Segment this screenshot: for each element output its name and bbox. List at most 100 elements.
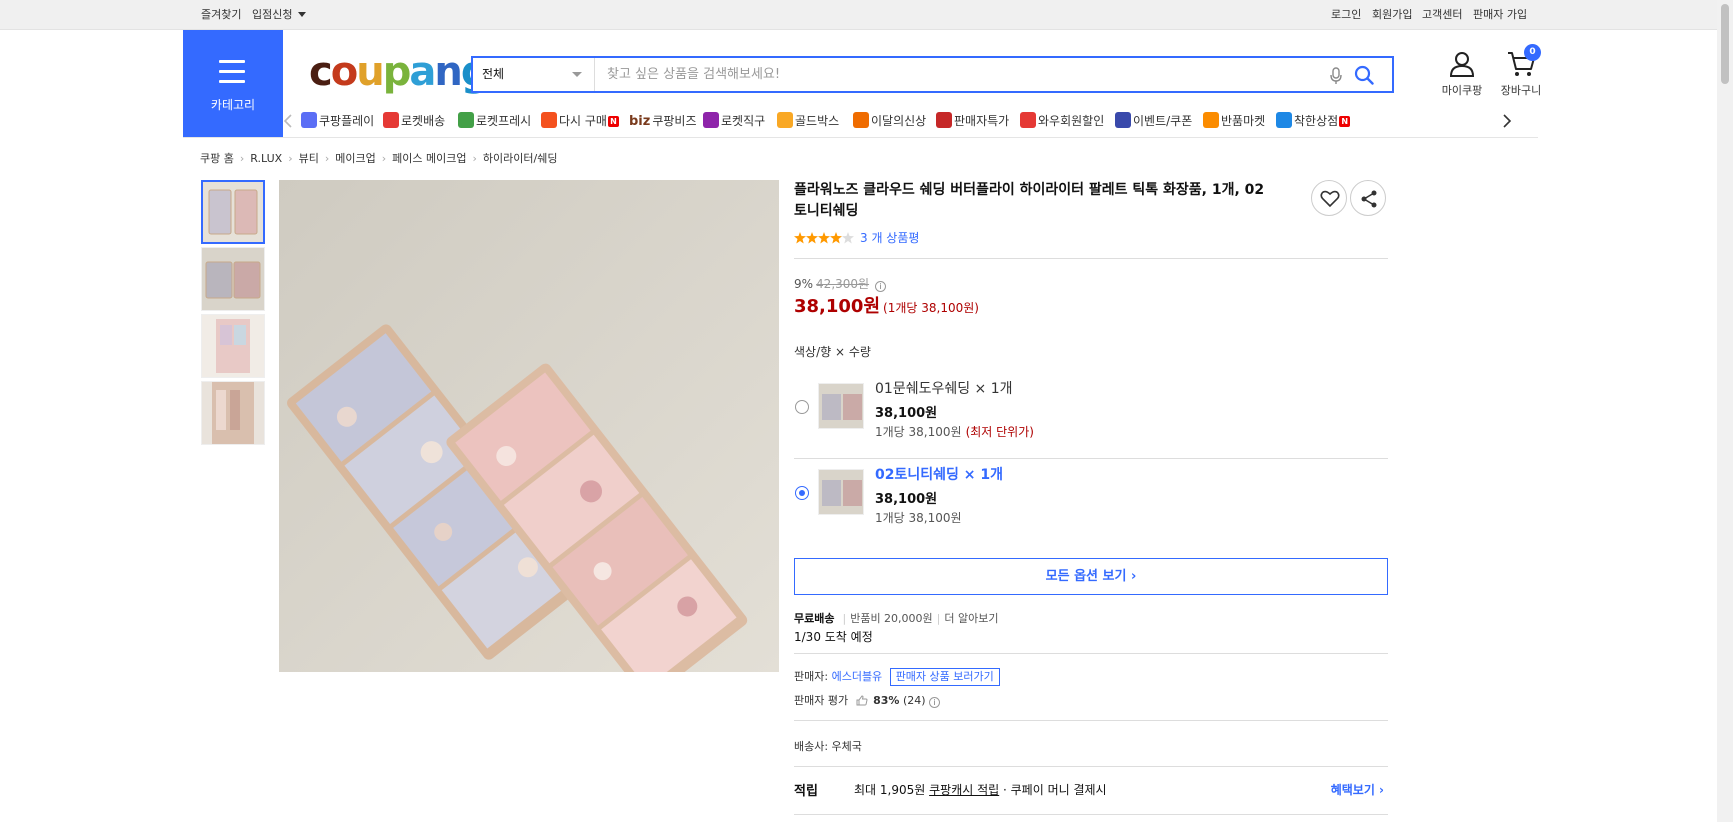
wishlist-button[interactable] [1311, 180, 1347, 216]
chevron-left-icon[interactable] [283, 113, 293, 129]
seller-label: 판매자: [794, 670, 829, 683]
thumbnail-3[interactable] [201, 314, 265, 378]
coupon-icon [1115, 112, 1131, 128]
reward-label: 적립 [794, 784, 818, 799]
breadcrumb-separator-icon: › [239, 152, 245, 165]
breadcrumb-separator-icon: › [324, 152, 330, 165]
nav-item-3[interactable]: 로켓프레시 [458, 111, 531, 131]
search-input[interactable] [597, 60, 1297, 89]
nav-item-11[interactable]: 이벤트/쿠폰 [1115, 111, 1192, 131]
option-radio-2[interactable] [795, 486, 809, 500]
chevron-down-icon [297, 12, 306, 17]
info-icon[interactable]: i [929, 697, 941, 708]
breadcrumb-separator-icon: › [472, 152, 477, 165]
shipping-row: 무료배송 | 반품비 20,000원 | 더 알아보기 [794, 612, 999, 625]
breadcrumb-separator-icon: › [381, 152, 387, 165]
microphone-icon[interactable] [1330, 67, 1342, 85]
breadcrumb-item[interactable]: 하이라이터/쉐딩 [483, 152, 558, 165]
option-row-1[interactable]: 01문쉐도우쉐딩 × 1개 38,100원 1개당 38,100원 (최저 단위가… [794, 366, 1388, 450]
header-divider [183, 137, 1538, 138]
nav-item-label: 와우회원할인 [1038, 114, 1105, 128]
breadcrumb-item[interactable]: 메이크업 [335, 152, 375, 165]
coupang-cash-link[interactable]: 쿠팡캐시 적립 [929, 783, 999, 797]
breadcrumb-item[interactable]: 뷰티 [299, 152, 319, 165]
arrival-date: 1/30 도착 예정 [794, 630, 873, 644]
free-shipping: 무료배송 [794, 612, 835, 625]
mycoupang-button[interactable]: 마이쿠팡 [1434, 50, 1490, 98]
cart-button[interactable]: 0 장바구니 [1493, 44, 1549, 98]
divider [794, 814, 1388, 815]
return-fee: 반품비 20,000원 [850, 612, 933, 625]
signup-link[interactable]: 회원가입 [1372, 8, 1412, 22]
nav-item-12[interactable]: 반품마켓 [1203, 111, 1265, 131]
logo-letter: a [409, 49, 436, 95]
nav-item-label: 골드박스 [795, 114, 840, 128]
all-options-button[interactable]: 모든 옵션 보기 › [794, 558, 1388, 595]
seller-name-link[interactable]: 에스더블유 [832, 670, 883, 683]
divider [794, 653, 1388, 654]
original-price: 42,300원 [816, 277, 870, 291]
option-unit-text-1: 1개당 38,100원 [875, 425, 962, 439]
nav-item-7[interactable]: 골드박스 [777, 111, 839, 131]
nav-item-label: 다시 구매 [559, 114, 607, 128]
benefit-link[interactable]: 혜택보기 › [1331, 781, 1384, 798]
logo-letter: p [382, 49, 412, 95]
shortcut-nav: 쿠팡플레이 로켓배송 로켓프레시 다시 구매 N biz 쿠팡비즈 로켓직구 골드박스 이달의신상… [283, 105, 1538, 137]
coupang-logo[interactable]: coupang [309, 49, 489, 95]
basket-icon [541, 112, 557, 128]
favorites-link[interactable]: 즐겨찾기 [201, 8, 241, 22]
option-unit-1: 1개당 38,100원 (최저 단위가) [875, 423, 1034, 440]
search-icon[interactable] [1354, 65, 1374, 85]
info-icon[interactable]: i [874, 281, 886, 292]
thumbnail-4[interactable] [201, 381, 265, 445]
nav-item-9[interactable]: 판매자특가 [936, 111, 1009, 131]
logo-letter: c [309, 49, 333, 95]
nav-item-2[interactable]: 로켓배송 [383, 111, 445, 131]
option-image-2 [818, 469, 864, 515]
rating-summary[interactable]: 3 개 상품평 [794, 229, 919, 246]
nav-item-8[interactable]: 이달의신상 [853, 111, 926, 131]
product-main-image[interactable] [279, 180, 779, 672]
top-utility-bar: 즐겨찾기 입점신청 로그인 회원가입 고객센터 판매자 가입 [0, 0, 1733, 30]
nav-item-1[interactable]: 쿠팡플레이 [301, 111, 374, 131]
scrollbar-thumb[interactable] [1721, 4, 1729, 84]
nav-item-6[interactable]: 로켓직구 [703, 111, 765, 131]
login-link[interactable]: 로그인 [1331, 8, 1361, 22]
scrollbar[interactable] [1717, 0, 1733, 822]
wow-icon [1020, 112, 1036, 128]
seller-apply-link[interactable]: 입점신청 [252, 8, 306, 22]
customer-center-link[interactable]: 고객센터 [1422, 8, 1462, 22]
all-options-label: 모든 옵션 보기 [1045, 569, 1127, 584]
seller-products-button[interactable]: 판매자 상품 보러가기 [889, 668, 1000, 686]
option-radio-1[interactable] [795, 400, 809, 414]
nav-item-10[interactable]: 와우회원할인 [1020, 111, 1104, 131]
reward-row: 적립 최대 1,905원 쿠팡캐시 적립 · 쿠페이 머니 결제시 혜택보기 › [794, 780, 1388, 799]
breadcrumb-item[interactable]: 페이스 메이크업 [392, 152, 466, 165]
shipping-more-link[interactable]: 더 알아보기 [944, 612, 998, 625]
nav-item-label: 이벤트/쿠폰 [1133, 114, 1193, 128]
lowest-unit-price-tag: (최저 단위가) [965, 425, 1034, 439]
nav-item-13[interactable]: 착한상점 N [1276, 111, 1351, 131]
option-row-2[interactable]: 02토니티쉐딩 × 1개 38,100원 1개당 38,100원 [794, 452, 1388, 536]
play-icon [301, 112, 317, 128]
nav-item-4[interactable]: 다시 구매 N [541, 111, 619, 131]
nav-item-label: 이달의신상 [871, 114, 927, 128]
reward-suffix: · 쿠페이 머니 결제시 [1003, 783, 1107, 797]
benefit-label: 혜택보기 [1330, 783, 1375, 797]
seller-signup-link[interactable]: 판매자 가입 [1473, 8, 1527, 22]
breadcrumb-item[interactable]: 쿠팡 홈 [200, 152, 234, 165]
share-button[interactable] [1350, 180, 1386, 216]
category-menu-button[interactable]: 카테고리 [183, 30, 283, 137]
seller-rating-value: 83% [873, 694, 900, 707]
search-category-value: 전체 [482, 67, 505, 81]
thumbnail-1[interactable] [201, 180, 265, 244]
nav-item-label: 반품마켓 [1221, 114, 1266, 128]
nav-item-5[interactable]: biz 쿠팡비즈 [629, 111, 697, 131]
chevron-right-icon[interactable] [1502, 113, 1512, 129]
breadcrumb-separator-icon: › [288, 152, 293, 165]
rocket-fresh-icon [458, 112, 474, 128]
logo-letter: o [330, 49, 359, 95]
breadcrumb-item[interactable]: R.LUX [250, 152, 282, 165]
unit-price: (1개당 38,100원) [883, 301, 979, 315]
thumbnail-2[interactable] [201, 247, 265, 311]
